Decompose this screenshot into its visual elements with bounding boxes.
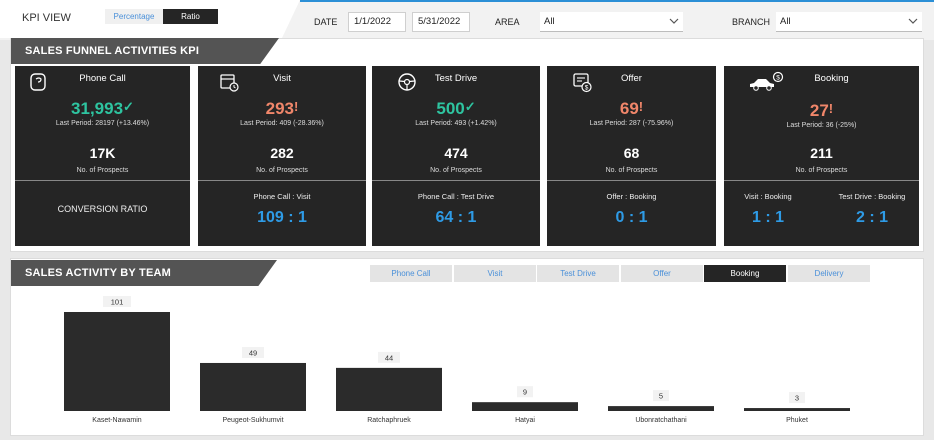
card-divider	[547, 180, 716, 181]
last-period: Last Period: 287 (-75.96%)	[589, 120, 674, 127]
team-bar-chart: 101 Kaset-Nawamin 49 Peugeot-Sukhumvit 44 Rat…	[64, 296, 850, 424]
percentage-toggle[interactable]: Percentage	[105, 9, 163, 24]
bar-kaset-nawamin[interactable]	[64, 312, 170, 411]
date-label: DATE	[314, 17, 338, 27]
bar-ubonratchathani[interactable]	[608, 406, 714, 411]
kpi-card-phone-call[interactable]: Phone Call 31,993✓ Last Period: 28197 (+…	[15, 66, 190, 246]
prospects-label: No. of Prospects	[430, 167, 482, 174]
last-period: Last Period: 36 (-25%)	[786, 122, 857, 129]
prospects-label: No. of Prospects	[795, 167, 848, 174]
top-bar: KPI VIEW Percentage Ratio DATE 1/1/2022 …	[0, 0, 934, 40]
prospects-label: No. of Prospects	[605, 167, 658, 174]
prospects-count: 282	[270, 145, 294, 161]
last-period: Last Period: 409 (-28.36%)	[240, 120, 324, 127]
card-value: 69!	[619, 99, 644, 118]
card-value: 500✓	[436, 99, 476, 118]
prospects-label: No. of Prospects	[76, 167, 129, 174]
ratio-value: 0 : 1	[615, 209, 648, 226]
kpi-card-test-drive[interactable]: Test Drive 500✓ Last Period: 493 (+1.42%…	[372, 66, 540, 246]
tab-delivery[interactable]: Delivery	[788, 265, 870, 282]
chevron-down-icon	[669, 18, 679, 24]
card-divider	[372, 180, 540, 181]
ratio-value: 1 : 1	[751, 209, 784, 226]
bar-peugeot-sukhumvit[interactable]	[200, 362, 306, 411]
tab-booking[interactable]: Booking	[704, 265, 786, 282]
category-label: Ratchaphruek	[367, 417, 411, 424]
prospects-count: 68	[623, 145, 640, 161]
data-label: 49	[249, 348, 257, 357]
area-label: AREA	[495, 17, 520, 27]
branch-value: All	[780, 16, 791, 27]
check-icon: ✓	[464, 99, 476, 114]
card-divider	[15, 180, 190, 181]
bar-phuket[interactable]	[744, 408, 850, 411]
data-label: 5	[659, 392, 663, 401]
category-label: Phuket	[786, 417, 808, 424]
ratio-label: Phone Call : Visit	[253, 192, 311, 201]
tab-test-drive[interactable]: Test Drive	[537, 265, 619, 282]
data-label: 44	[385, 353, 393, 362]
card-title: Booking	[814, 73, 849, 84]
ratio-value-2: 2 : 1	[855, 209, 888, 226]
alert-icon: !	[294, 99, 299, 114]
tab-offer[interactable]: Offer	[621, 265, 703, 282]
ratio-value: 64 : 1	[435, 209, 477, 226]
branch-dropdown[interactable]: All	[776, 12, 922, 32]
ratio-label: Visit : Booking	[744, 192, 792, 201]
page-title: KPI VIEW	[22, 12, 71, 24]
svg-text:$: $	[585, 85, 589, 92]
card-value: 293!	[265, 99, 299, 118]
card-value: 31,993✓	[71, 99, 134, 118]
ratio-label: Phone Call : Test Drive	[417, 192, 495, 201]
ratio-label: Offer : Booking	[606, 192, 657, 201]
last-period: Last Period: 28197 (+13.46%)	[55, 120, 150, 127]
bar-hatyai[interactable]	[472, 402, 578, 411]
kpi-card-booking[interactable]: $ Booking 27! Last Period: 36 (-25%) 211…	[724, 66, 919, 246]
category-label: Peugeot-Sukhumvit	[222, 417, 283, 424]
category-label: Kaset-Nawamin	[92, 417, 142, 424]
kpi-card-offer[interactable]: $ Offer 69! Last Period: 287 (-75.96%) 6…	[547, 66, 716, 246]
top-accent-line	[300, 0, 934, 2]
bar-ratchaphruek[interactable]	[336, 367, 442, 411]
chevron-down-icon	[908, 18, 918, 24]
prospects-count: 211	[810, 145, 833, 161]
check-icon: ✓	[123, 99, 134, 114]
kpi-card-visit[interactable]: Visit 293! Last Period: 409 (-28.36%) 28…	[198, 66, 366, 246]
date-end-input[interactable]: 5/31/2022	[412, 12, 470, 32]
area-value: All	[544, 16, 555, 27]
prospects-count: 17K	[89, 145, 116, 161]
date-start-input[interactable]: 1/1/2022	[348, 12, 406, 32]
funnel-section-header: SALES FUNNEL ACTIVITIES KPI	[11, 38, 279, 64]
card-value: 27!	[809, 101, 834, 120]
prospects-count: 474	[444, 145, 468, 161]
conversion-ratio-label: CONVERSION RATIO	[57, 204, 148, 214]
team-title: SALES ACTIVITY BY TEAM	[25, 267, 171, 279]
card-title: Offer	[621, 73, 642, 84]
ratio-label-2: Test Drive : Booking	[838, 192, 906, 201]
tab-phone-call[interactable]: Phone Call	[370, 265, 452, 282]
last-period: Last Period: 493 (+1.42%)	[415, 120, 497, 127]
category-label: Ubonratchathani	[635, 417, 687, 424]
category-label: Hatyai	[515, 417, 535, 424]
prospects-label: No. of Prospects	[256, 167, 308, 174]
funnel-title: SALES FUNNEL ACTIVITIES KPI	[25, 45, 200, 57]
area-dropdown[interactable]: All	[540, 12, 683, 32]
alert-icon: !	[638, 99, 644, 114]
data-label: 101	[111, 298, 124, 307]
data-label: 3	[795, 394, 799, 403]
branch-label: BRANCH	[732, 17, 771, 27]
tab-visit[interactable]: Visit	[454, 265, 536, 282]
ratio-toggle[interactable]: Ratio	[163, 9, 218, 24]
card-divider	[724, 180, 919, 181]
card-divider	[198, 180, 366, 181]
ratio-value: 109 : 1	[257, 209, 307, 226]
team-section-header: SALES ACTIVITY BY TEAM	[11, 260, 277, 286]
card-title: Test Drive	[434, 73, 478, 84]
card-title: Phone Call	[79, 73, 126, 84]
alert-icon: !	[828, 101, 834, 116]
card-title: Visit	[273, 73, 291, 84]
data-label: 9	[523, 388, 527, 397]
